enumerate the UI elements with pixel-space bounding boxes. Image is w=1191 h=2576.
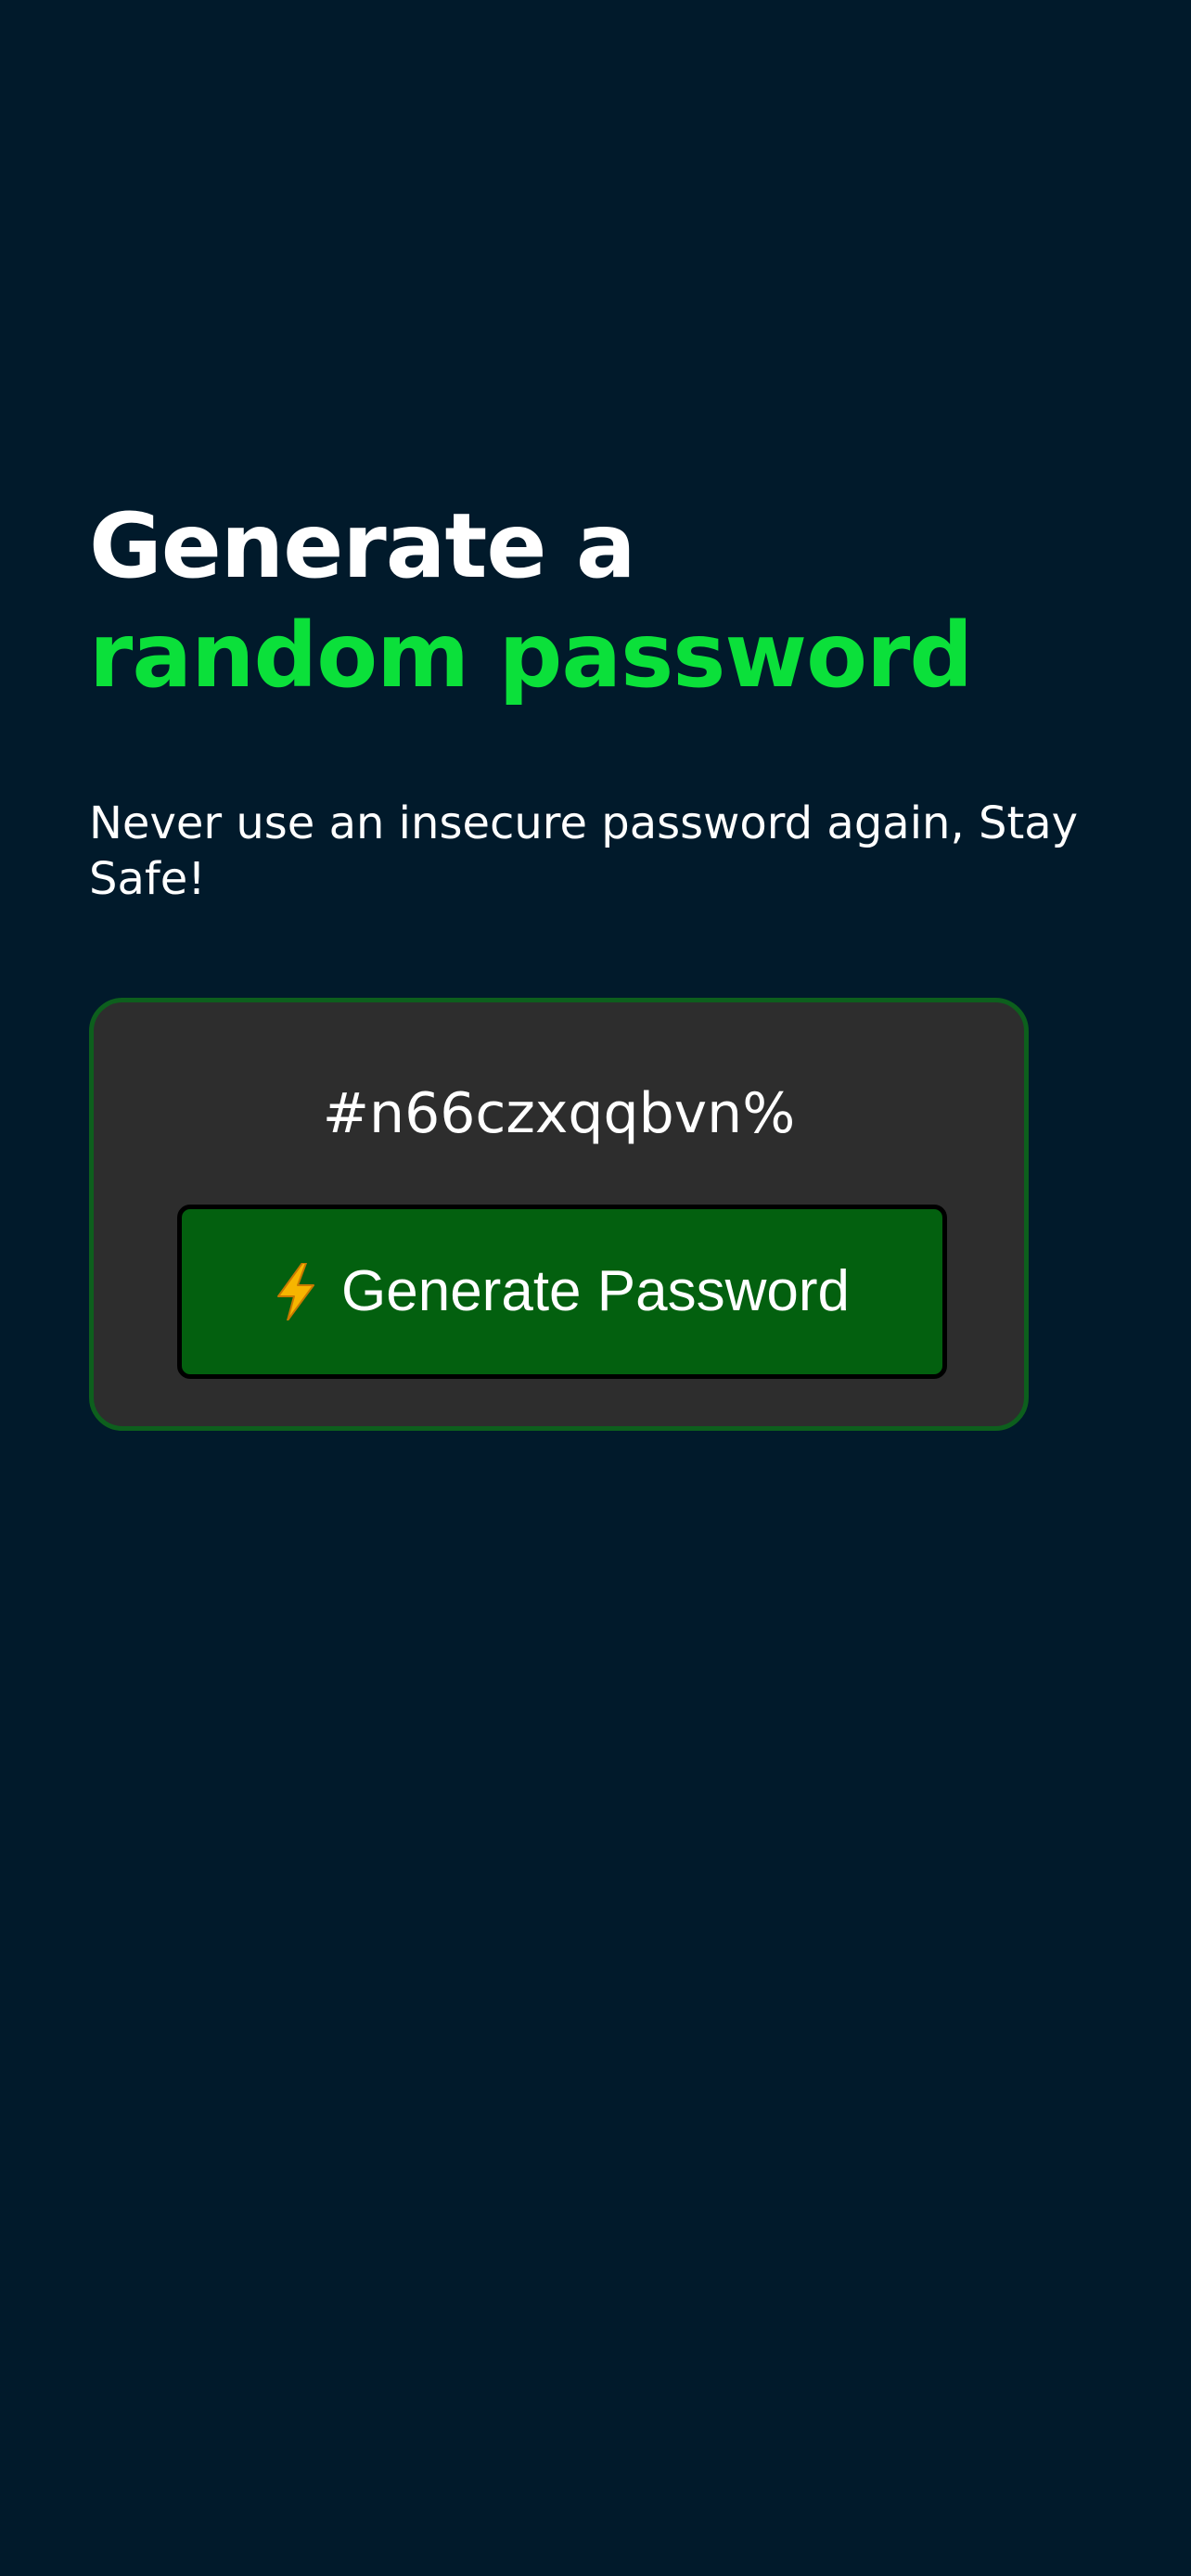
generate-password-label: Generate Password (341, 1259, 850, 1323)
password-card: #n66czxqqbvn% Generate Password (89, 998, 1029, 1431)
page-title-highlight: random password (89, 604, 973, 708)
page-title: Generate a (89, 494, 636, 598)
generate-password-button[interactable]: Generate Password (177, 1205, 947, 1379)
generated-password: #n66czxqqbvn% (322, 1081, 796, 1146)
lightning-bolt-icon (277, 1263, 315, 1320)
page-subtitle: Never use an insecure password again, St… (89, 797, 1079, 905)
hero-heading: Generate a random password (89, 491, 1109, 710)
